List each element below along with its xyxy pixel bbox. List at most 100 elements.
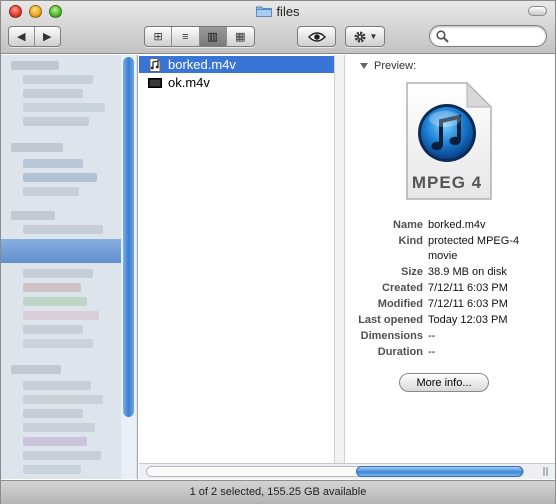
sidebar-blurred-item (11, 211, 55, 220)
info-list: Name borked.m4v Kind protected MPEG-4 mo… (346, 218, 555, 361)
sidebar-blurred-item (23, 225, 103, 234)
info-key: Last opened (358, 314, 423, 326)
preview-header-label: Preview: (374, 60, 417, 72)
info-key: Created (382, 282, 423, 294)
info-row: Size 38.9 MB on disk (346, 265, 555, 280)
sidebar-selected-row[interactable] (1, 239, 121, 263)
info-row: Duration -- (346, 345, 555, 360)
sidebar-blurred-item (23, 283, 81, 292)
list-view-button[interactable]: ≡ (172, 27, 200, 46)
music-file-icon (149, 57, 161, 72)
quick-look-button[interactable] (297, 26, 336, 47)
info-row: Kind protected MPEG-4 movie (346, 234, 555, 264)
quick-look-cell (298, 27, 335, 46)
sidebar-blurred-item (23, 297, 87, 306)
info-key: Name (393, 219, 423, 231)
sidebar-blurred-item (23, 89, 83, 98)
column-browser: borked.m4v ok.m4v Preview: MPEG 4 Name b… (139, 55, 555, 463)
info-row: Modified 7/12/11 6:03 PM (346, 297, 555, 312)
info-value: 7/12/11 6:03 PM (428, 282, 508, 294)
sidebar-blurred-item (23, 465, 81, 474)
window-title-text: files (276, 4, 300, 19)
info-value: -- (428, 346, 436, 358)
sidebar-blurred-item (23, 311, 99, 320)
mpeg4-document-icon: MPEG 4 (401, 81, 493, 201)
movie-file-icon (148, 77, 162, 88)
forward-button[interactable]: ▶ (35, 27, 60, 46)
info-value: borked.m4v (428, 219, 486, 231)
sidebar-blurred-item (23, 75, 93, 84)
scroll-thumb[interactable] (356, 466, 523, 477)
sidebar-blurred-item (23, 423, 95, 432)
eye-icon (307, 31, 326, 42)
info-row: Last opened Today 12:03 PM (346, 313, 555, 328)
icon-view-icon: ⊞ (153, 31, 163, 43)
folder-icon (256, 6, 273, 17)
sidebar-scroll-thumb[interactable] (123, 57, 134, 417)
cover-flow-button[interactable]: ▦ (227, 27, 254, 46)
preview-header[interactable]: Preview: (360, 60, 416, 72)
search-field[interactable] (429, 25, 547, 47)
sidebar-blurred-item (23, 437, 87, 446)
view-mode-control: ⊞ ≡ ▥ ▦ (144, 26, 255, 47)
back-arrow-icon: ◀ (17, 31, 26, 43)
info-key: Dimensions (360, 330, 423, 342)
info-key: Size (400, 266, 423, 278)
status-bar: 1 of 2 selected, 155.25 GB available (1, 480, 555, 504)
list-view-icon: ≡ (182, 30, 189, 43)
info-row: Name borked.m4v (346, 218, 555, 233)
info-value: 7/12/11 6:03 PM (428, 298, 508, 310)
sidebar-blurred-item (23, 381, 91, 390)
sidebar (1, 55, 138, 479)
info-value: Today 12:03 PM (428, 314, 508, 326)
file-name: ok.m4v (168, 75, 210, 90)
action-menu-button[interactable]: ▼ (345, 26, 385, 47)
chevron-down-icon: ▼ (369, 32, 378, 41)
toolbar: files ◀ ▶ ⊞ ≡ ▥ ▦ ▼ (1, 1, 555, 54)
info-key: Kind (398, 235, 423, 247)
sidebar-blurred-item (23, 173, 97, 182)
icon-view-button[interactable]: ⊞ (145, 27, 173, 46)
mpeg4-label: MPEG 4 (411, 173, 483, 192)
back-forward-control: ◀ ▶ (8, 26, 61, 47)
info-row: Dimensions -- (346, 329, 555, 344)
info-value: 38.9 MB on disk (428, 266, 507, 278)
column-view-button[interactable]: ▥ (199, 27, 227, 46)
sidebar-blurred-item (23, 187, 79, 196)
sidebar-blurred-item (11, 61, 59, 70)
sidebar-blurred-item (23, 117, 89, 126)
sidebar-blurred-item (23, 325, 83, 334)
cover-flow-icon: ▦ (235, 31, 246, 43)
gear-icon (354, 31, 366, 42)
file-name: borked.m4v (168, 57, 236, 72)
column-divider[interactable] (335, 55, 345, 463)
info-key: Modified (377, 298, 423, 310)
sidebar-blurred-item (23, 103, 105, 112)
sidebar-blurred-item (23, 159, 83, 168)
back-button[interactable]: ◀ (9, 27, 35, 46)
sidebar-blurred-item (23, 269, 93, 278)
file-row-ok[interactable]: ok.m4v (139, 74, 334, 91)
action-cell: ▼ (346, 27, 384, 46)
sidebar-blurred-item (23, 451, 101, 460)
sidebar-scrollbar[interactable] (121, 55, 136, 479)
finder-window: files ◀ ▶ ⊞ ≡ ▥ ▦ ▼ borked.m4v ok.m4v Pr… (0, 0, 556, 504)
disclosure-triangle-icon (360, 63, 368, 69)
more-info-button[interactable]: More info... (399, 373, 489, 392)
horizontal-scrollbar[interactable] (139, 463, 555, 479)
file-row-borked[interactable]: borked.m4v (139, 56, 334, 73)
sidebar-blurred-item (11, 143, 63, 152)
info-value: -- (428, 330, 436, 342)
info-value: protected MPEG-4 movie (428, 235, 520, 262)
info-row: Created 7/12/11 6:03 PM (346, 281, 555, 296)
info-key: Duration (377, 346, 423, 358)
sidebar-blurred-item (23, 395, 103, 404)
forward-arrow-icon: ▶ (43, 31, 52, 43)
window-title: files (1, 4, 555, 19)
sidebar-blurred-item (23, 339, 93, 348)
sidebar-blurred-item (23, 409, 83, 418)
preview-pane: Preview: MPEG 4 Name borked.m4v Kind pro… (346, 55, 555, 463)
toolbar-toggle-button[interactable] (528, 6, 547, 16)
column-resize-icon[interactable] (539, 465, 553, 478)
sidebar-blurred-item (11, 365, 61, 374)
